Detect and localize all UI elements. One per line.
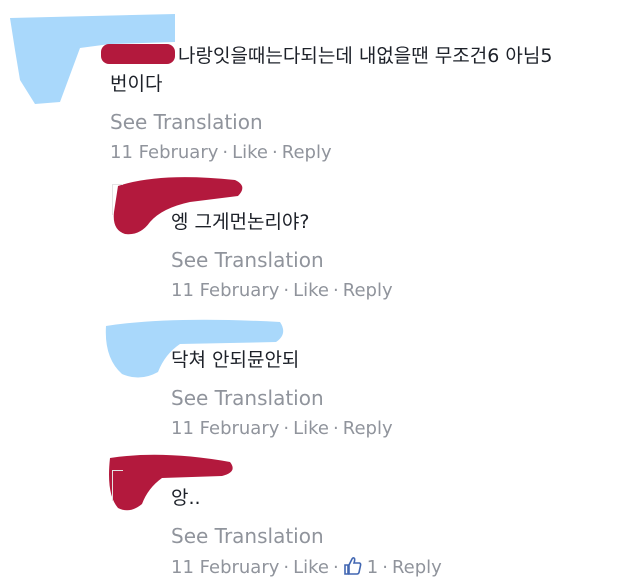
comment-text: 닥쳐 안되뮨안되 (171, 349, 300, 371)
reply-link[interactable]: Reply (392, 557, 442, 578)
comment-date[interactable]: 11 February (171, 557, 279, 578)
comment-meta: 11 February · Like · 1 · Reply (171, 556, 442, 582)
comment-meta: 11 February · Like · Reply (171, 418, 393, 440)
separator-dot: · (333, 557, 339, 578)
avatar[interactable] (112, 184, 123, 215)
separator-dot: · (222, 142, 229, 163)
comment-text: 엥 그게먼논리야? (171, 211, 310, 233)
comment-1: 나랑잇을때는다되는데 내없을땐 무조건6 아님5 번이다 See Transla… (110, 42, 552, 164)
separator-dot: · (382, 557, 388, 578)
comment-4: 앙.. See Translation 11 February · Like · 1 · R… (171, 484, 442, 582)
separator-dot: · (272, 142, 278, 163)
separator-dot: · (333, 418, 339, 439)
comment-meta: 11 February · Like · Reply (171, 280, 393, 302)
reply-link[interactable]: Reply (343, 280, 393, 301)
comment-text: 나랑잇을때는다되는데 내없을땐 무조건6 아님5 (178, 45, 553, 67)
reply-link[interactable]: Reply (282, 142, 332, 163)
like-link[interactable]: Like (293, 418, 329, 439)
comment-2: 엥 그게먼논리야? See Translation 11 February · Li… (171, 208, 393, 302)
comment-3: 닥쳐 안되뮨안되 See Translation 11 February · Lik… (171, 346, 393, 440)
separator-dot: · (283, 280, 290, 301)
reply-link[interactable]: Reply (343, 418, 393, 439)
separator-dot: · (333, 280, 339, 301)
comment-text-line2: 번이다 (110, 73, 163, 95)
like-link[interactable]: Like (293, 280, 329, 301)
like-link[interactable]: Like (232, 142, 268, 163)
comment-date[interactable]: 11 February (110, 142, 218, 163)
see-translation-link[interactable]: See Translation (171, 248, 393, 272)
avatar[interactable] (112, 470, 123, 501)
comment-date[interactable]: 11 February (171, 280, 279, 301)
like-link[interactable]: Like (293, 557, 329, 578)
see-translation-link[interactable]: See Translation (171, 386, 393, 410)
see-translation-link[interactable]: See Translation (171, 524, 442, 548)
comment-text: 앙.. (171, 487, 201, 509)
separator-dot: · (283, 557, 290, 578)
see-translation-link[interactable]: See Translation (110, 110, 552, 134)
separator-dot: · (283, 418, 290, 439)
comment-date[interactable]: 11 February (171, 418, 279, 439)
like-count: 1 (366, 557, 379, 578)
thumbs-up-icon[interactable] (343, 556, 363, 582)
comment-meta: 11 February · Like · Reply (110, 142, 552, 164)
